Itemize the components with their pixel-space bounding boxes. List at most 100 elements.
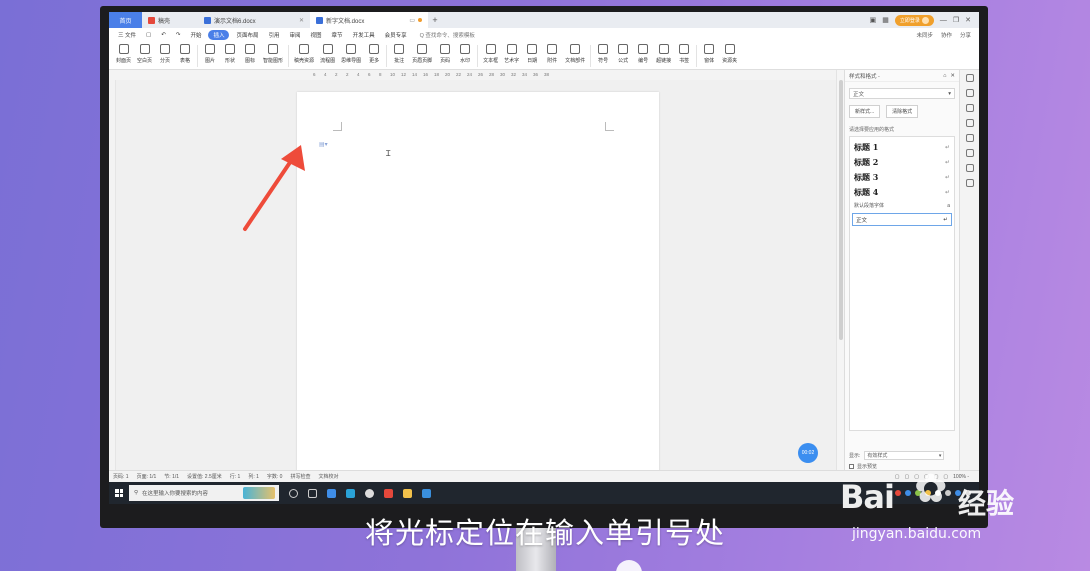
tab-doc-demo[interactable]: 演示文档6.docx ✕ (198, 12, 310, 28)
ribbon-button[interactable]: 符号 (593, 42, 613, 64)
ribbon-button[interactable]: 资源夹 (719, 42, 740, 64)
menu-page-layout[interactable]: 页面布局 (233, 31, 261, 39)
minimize-icon[interactable]: — (940, 17, 947, 24)
command-search[interactable]: Q 查找命令、搜索模板 (420, 31, 475, 39)
new-tab-plus-icon[interactable]: + (428, 15, 442, 25)
windows-start-icon[interactable] (115, 489, 123, 497)
menu-review[interactable]: 审阅 (287, 31, 304, 39)
show-filter-select[interactable]: 有效样式 ▾ (864, 451, 945, 460)
format-painter-icon[interactable] (965, 74, 974, 82)
ribbon-button[interactable]: 封面页 (113, 42, 134, 64)
menu-member[interactable]: 会员专享 (382, 31, 410, 39)
redo-icon[interactable]: ↷ (173, 32, 184, 38)
edge-icon[interactable] (346, 488, 355, 498)
ribbon-button[interactable]: 图片 (200, 42, 220, 64)
menu-view[interactable]: 视图 (308, 31, 325, 39)
select-icon[interactable] (965, 104, 974, 112)
print-icon[interactable] (965, 179, 974, 187)
current-style-select[interactable]: 正文 ▾ (849, 88, 955, 99)
ribbon-button[interactable]: 公式 (613, 42, 633, 64)
ribbon-button[interactable]: 表格 (175, 42, 195, 64)
menu-start[interactable]: 开始 (187, 31, 204, 39)
style-heading-4[interactable]: 标题 4 ↵ (850, 185, 954, 200)
close-icon[interactable]: ✕ (299, 17, 304, 24)
vertical-scrollbar[interactable] (836, 70, 844, 470)
horizontal-ruler[interactable]: 6 4 2 2 4 6 8 10 12 14 16 18 20 22 24 26 28 30 32 34 36 38 (109, 70, 836, 80)
ribbon-button[interactable]: 稿壳资源 (291, 42, 317, 64)
ribbon-button[interactable]: 文档部件 (562, 42, 588, 64)
folder-icon[interactable] (403, 488, 412, 498)
menu-insert[interactable]: 插入 (208, 30, 230, 40)
ribbon-button[interactable]: 形状 (220, 42, 240, 64)
ribbon-button[interactable]: 分页 (155, 42, 175, 64)
vertical-ruler[interactable] (109, 80, 116, 470)
ribbon-button[interactable]: 更多 (364, 42, 384, 64)
collaborate-button[interactable]: 协作 (941, 31, 952, 39)
ribbon-button[interactable]: 智能图形 (260, 42, 286, 64)
file-menu[interactable]: 三 文件 (115, 31, 139, 39)
ribbon-button-label: 图片 (205, 58, 216, 64)
status-item[interactable]: 拼写检查 (290, 473, 310, 480)
style-default-font[interactable]: 默认段落字体 a (850, 200, 954, 211)
ribbon-button[interactable]: 书签 (674, 42, 694, 64)
style-heading-3[interactable]: 标题 3 ↵ (850, 170, 954, 185)
undo-icon[interactable]: ↶ (158, 32, 169, 38)
style-heading-1[interactable]: 标题 1 ↵ (850, 140, 954, 155)
monitor-icon[interactable]: ▭ (409, 17, 415, 24)
menu-section[interactable]: 章节 (329, 31, 346, 39)
timer-badge[interactable]: 00:02 (798, 443, 818, 463)
taskbar-search[interactable]: ⚲ 在这里输入你要搜索的内容 (129, 485, 279, 501)
pin-icon[interactable]: ⌂ (943, 73, 946, 79)
menu-references[interactable]: 引用 (266, 31, 283, 39)
grid-icon[interactable]: ▦ (882, 16, 889, 24)
ribbon-button[interactable]: 流程图 (317, 42, 338, 64)
ribbon-button[interactable]: 附件 (542, 42, 562, 64)
status-item[interactable]: 文档校对 (318, 473, 338, 480)
share-button[interactable]: 分享 (960, 31, 971, 39)
styles-panel: 样式和格式 - ⌂ ✕ 正文 ▾ 新样式... 清除格式 请选择要应用的格式 标题 … (844, 70, 959, 470)
ribbon-button[interactable]: 图标 (240, 42, 260, 64)
sync-status[interactable]: 未同步 (916, 31, 933, 39)
backup-icon[interactable] (965, 149, 974, 157)
menu-developer[interactable]: 开发工具 (350, 31, 378, 39)
cortana-icon[interactable] (289, 488, 298, 498)
ribbon-button[interactable]: 艺术字 (501, 42, 522, 64)
preview-toggle[interactable]: 显示预览 (849, 463, 877, 470)
close-window-icon[interactable]: ✕ (965, 16, 971, 24)
scroll-thumb[interactable] (839, 80, 843, 340)
style-normal[interactable]: 正文 ↵ (852, 213, 952, 226)
globe-icon[interactable] (965, 164, 974, 172)
ribbon-button[interactable]: 文本框 (480, 42, 501, 64)
app-icon[interactable] (365, 488, 374, 498)
ribbon-button[interactable]: 日期 (522, 42, 542, 64)
ribbon-button[interactable]: 编号 (633, 42, 653, 64)
ribbon-button[interactable]: 思维导图 (338, 42, 364, 64)
help-icon[interactable] (965, 134, 974, 142)
maximize-icon[interactable]: ❐ (953, 16, 959, 24)
style-heading-2[interactable]: 标题 2 ↵ (850, 155, 954, 170)
wps-taskbar-icon[interactable] (384, 488, 393, 498)
tab-wps-shell[interactable]: 稿壳 (142, 12, 198, 28)
style-edit-icon[interactable] (965, 89, 974, 97)
ribbon-button[interactable]: 页码 (435, 42, 455, 64)
ribbon-button[interactable]: 页眉页脚 (409, 42, 435, 64)
clear-format-button[interactable]: 清除格式 (886, 105, 919, 118)
login-button[interactable]: 立即登录 (894, 14, 934, 26)
tab-home[interactable]: 首页 (109, 12, 142, 28)
task-view-icon[interactable] (308, 488, 317, 498)
document-page[interactable]: ▤▾ Ɪ (243, 92, 659, 472)
tab-doc-active[interactable]: 新字文档.docx ▭ (310, 12, 428, 28)
ribbon-button[interactable]: 窗体 (699, 42, 719, 64)
media-icon[interactable] (422, 488, 431, 498)
ribbon-button[interactable]: 水印 (455, 42, 475, 64)
ribbon-button[interactable]: 批注 (389, 42, 409, 64)
ribbon-button[interactable]: 空白页 (134, 42, 155, 64)
search-app-icon[interactable] (327, 488, 336, 498)
ribbon-button[interactable]: 超链接 (653, 42, 674, 64)
layout-icon[interactable]: ▣ (870, 16, 877, 24)
save-icon[interactable]: ▢ (143, 32, 154, 38)
new-style-button[interactable]: 新样式... (849, 105, 881, 118)
preview-checkbox[interactable] (849, 464, 854, 469)
adjust-icon[interactable] (965, 119, 974, 127)
close-panel-icon[interactable]: ✕ (950, 73, 955, 79)
